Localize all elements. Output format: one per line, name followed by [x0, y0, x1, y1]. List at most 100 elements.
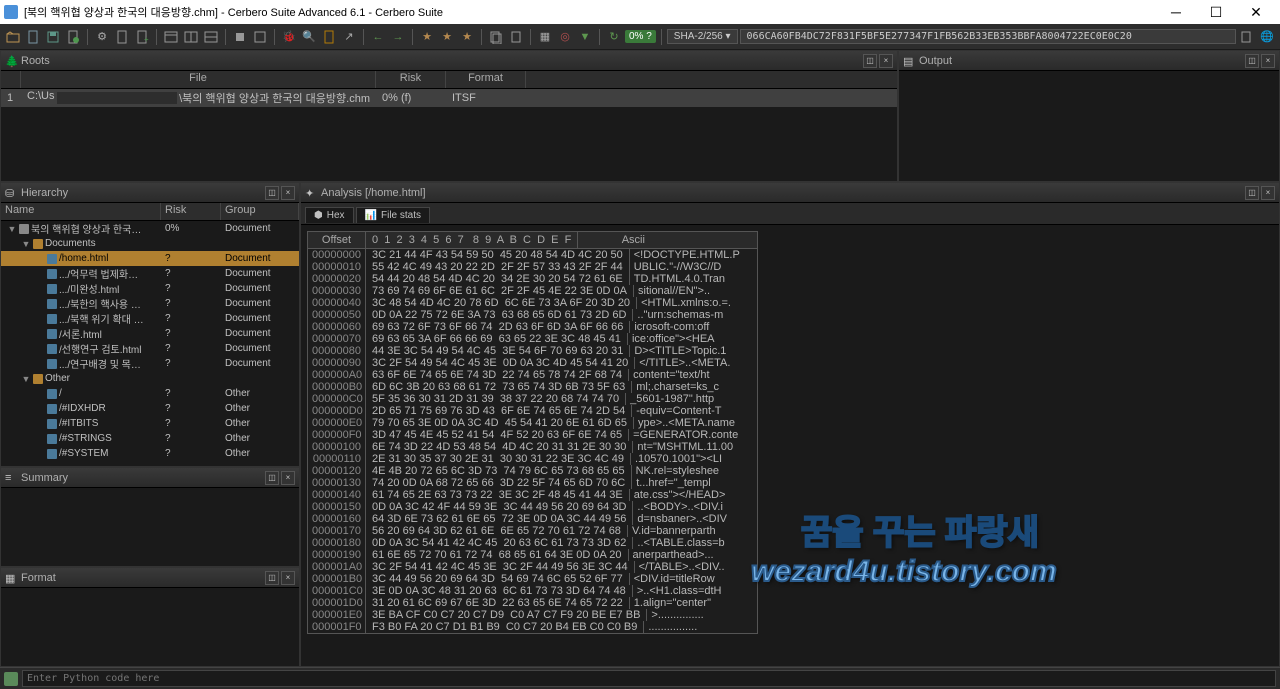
hex-row[interactable]: 000000500D 0A 22 75 72 6E 3A 73 63 68 65… [308, 309, 757, 321]
python-icon[interactable] [4, 672, 18, 686]
hex-row[interactable]: 000001204E 4B 20 72 65 6C 3D 73 74 79 6C… [308, 465, 757, 477]
hex-row[interactable]: 000000E079 70 65 3E 0D 0A 3C 4D 45 54 41… [308, 417, 757, 429]
minimize-button[interactable]: ─ [1156, 0, 1196, 24]
roots-col-risk[interactable]: Risk [376, 71, 446, 88]
hier-col-risk[interactable]: Risk [161, 203, 221, 220]
doc-search-icon[interactable] [320, 28, 338, 46]
play-icon[interactable] [251, 28, 269, 46]
hex-row[interactable]: 000001A03C 2F 54 41 42 4C 45 3E 3C 2F 44… [308, 561, 757, 573]
hierarchy-row[interactable]: /서론.html ? Document [1, 326, 299, 341]
file-icon[interactable] [24, 28, 42, 46]
hierarchy-row[interactable]: ▼ Other [1, 371, 299, 386]
hex-row[interactable]: 0000006069 63 72 6F 73 6F 66 74 2D 63 6F… [308, 321, 757, 333]
hier-col-group[interactable]: Group [221, 203, 299, 220]
roots-col-format[interactable]: Format [446, 71, 526, 88]
doc-plus-icon[interactable]: + [133, 28, 151, 46]
window-icon[interactable] [162, 28, 180, 46]
hex-row[interactable]: 000000403C 48 54 4D 4C 20 78 6D 6C 6E 73… [308, 297, 757, 309]
stop-icon[interactable] [231, 28, 249, 46]
panel-dock-button[interactable]: ◫ [863, 54, 877, 68]
hash-value-field[interactable]: 066CA60FB4DC72F831F5BF5E277347F1FB562B33… [740, 29, 1236, 44]
forward-icon[interactable]: → [389, 28, 407, 46]
hierarchy-row[interactable]: /#SYSTEM ? Other [1, 446, 299, 461]
hex-row[interactable]: 000000B06D 6C 3B 20 63 68 61 72 73 65 74… [308, 381, 757, 393]
panel-close-button[interactable]: × [281, 571, 295, 585]
panel-close-button[interactable]: × [1261, 186, 1275, 200]
hex-row[interactable]: 0000019061 6E 65 72 70 61 72 74 68 65 61… [308, 549, 757, 561]
star2-icon[interactable]: ★ [438, 28, 456, 46]
hex-row[interactable]: 0000014061 74 65 2E 63 73 73 22 3E 3C 2F… [308, 489, 757, 501]
roots-row[interactable]: 1 C:\Us\북의 핵위협 양상과 한국의 대응방향.chm 0% (f) I… [1, 89, 897, 107]
refresh-icon[interactable]: ↻ [605, 28, 623, 46]
window2-icon[interactable] [182, 28, 200, 46]
hash-algo-dropdown[interactable]: SHA-2/256 ▾ [667, 29, 738, 44]
doc-icon[interactable] [113, 28, 131, 46]
panel-close-button[interactable]: × [281, 471, 295, 485]
gear-icon[interactable]: ⚙ [93, 28, 111, 46]
hex-row[interactable]: 000001E03E BA CF C0 C7 20 C7 D9 C0 A7 C7… [308, 609, 757, 621]
open-icon[interactable] [4, 28, 22, 46]
hex-row[interactable]: 000001102E 31 30 35 37 30 2E 31 30 30 31… [308, 453, 757, 465]
risk-badge[interactable]: 0% ? [625, 30, 656, 43]
star-icon[interactable]: ★ [418, 28, 436, 46]
hex-row[interactable]: 000001D031 20 61 6C 69 67 6E 3D 22 63 65… [308, 597, 757, 609]
hierarchy-row[interactable]: /선행연구 검토.html ? Document [1, 341, 299, 356]
hierarchy-row[interactable]: .../북핵 위기 확대 … ? Document [1, 311, 299, 326]
hier-col-name[interactable]: Name [1, 203, 161, 220]
hierarchy-row[interactable]: /home.html ? Document [1, 251, 299, 266]
hierarchy-row[interactable]: .../미완성.html ? Document [1, 281, 299, 296]
paste-icon[interactable] [507, 28, 525, 46]
hex-row[interactable]: 0000003073 69 74 69 6F 6E 61 6C 2F 2F 45… [308, 285, 757, 297]
panel-dock-button[interactable]: ◫ [265, 186, 279, 200]
maximize-button[interactable]: ☐ [1196, 0, 1236, 24]
hex-row[interactable]: 000001C03E 0D 0A 3C 48 31 20 63 6C 61 73… [308, 585, 757, 597]
hierarchy-row[interactable]: .../연구배경 및 목… ? Document [1, 356, 299, 371]
globe-icon[interactable]: 🌐 [1258, 28, 1276, 46]
hex-row[interactable]: 000000003C 21 44 4F 43 54 59 50 45 20 48… [308, 249, 757, 261]
new-icon[interactable] [64, 28, 82, 46]
hex-row[interactable]: 0000008044 3E 3C 54 49 54 4C 45 3E 54 6F… [308, 345, 757, 357]
hex-row[interactable]: 000001B03C 44 49 56 20 69 64 3D 54 69 74… [308, 573, 757, 585]
hierarchy-row[interactable]: / ? Other [1, 386, 299, 401]
hierarchy-row[interactable]: /#IDXHDR ? Other [1, 401, 299, 416]
hex-row[interactable]: 000001F0F3 B0 FA 20 C7 D1 B1 B9 C0 C7 20… [308, 621, 757, 633]
close-button[interactable]: ✕ [1236, 0, 1276, 24]
export-icon[interactable]: ↗ [340, 28, 358, 46]
star3-icon[interactable]: ★ [458, 28, 476, 46]
panel-close-button[interactable]: × [281, 186, 295, 200]
hex-row[interactable]: 0000013074 20 0D 0A 68 72 65 66 3D 22 5F… [308, 477, 757, 489]
bug-icon[interactable]: 🐞 [280, 28, 298, 46]
hex-row[interactable]: 0000002054 44 20 48 54 4D 4C 20 34 2E 30… [308, 273, 757, 285]
hex-row[interactable]: 000000A063 6F 6E 74 65 6E 74 3D 22 74 65… [308, 369, 757, 381]
roots-col-file[interactable]: File [21, 71, 376, 88]
target-icon[interactable]: ◎ [556, 28, 574, 46]
hex-row[interactable]: 000001500D 0A 3C 42 4F 44 59 3E 3C 44 49… [308, 501, 757, 513]
hex-row[interactable]: 0000007069 63 65 3A 6F 66 66 69 63 65 22… [308, 333, 757, 345]
down-icon[interactable]: ▼ [576, 28, 594, 46]
hex-row[interactable]: 000000D02D 65 71 75 69 76 3D 43 6F 6E 74… [308, 405, 757, 417]
panel-close-button[interactable]: × [1261, 54, 1275, 68]
python-input[interactable] [22, 670, 1276, 687]
hex-row[interactable]: 000000903C 2F 54 49 54 4C 45 3E 0D 0A 3C… [308, 357, 757, 369]
hierarchy-row[interactable]: /#STRINGS ? Other [1, 431, 299, 446]
hierarchy-row[interactable]: ▼ Documents [1, 236, 299, 251]
hierarchy-row[interactable]: /#ITBITS ? Other [1, 416, 299, 431]
hex-row[interactable]: 000000F03D 47 45 4E 45 52 41 54 4F 52 20… [308, 429, 757, 441]
panel-dock-button[interactable]: ◫ [1245, 54, 1259, 68]
panel-dock-button[interactable]: ◫ [265, 571, 279, 585]
chip-icon[interactable]: ▦ [536, 28, 554, 46]
panel-dock-button[interactable]: ◫ [265, 471, 279, 485]
panel-close-button[interactable]: × [879, 54, 893, 68]
copy-icon[interactable] [487, 28, 505, 46]
hex-row[interactable]: 000001006E 74 3D 22 4D 53 48 54 4D 4C 20… [308, 441, 757, 453]
tab-file-stats[interactable]: 📊File stats [356, 207, 430, 223]
hex-row[interactable]: 0000001055 42 4C 49 43 20 22 2D 2F 2F 57… [308, 261, 757, 273]
tab-hex[interactable]: ⬢Hex [305, 207, 354, 223]
hex-row[interactable]: 0000016064 3D 6E 73 62 61 6E 65 72 3E 0D… [308, 513, 757, 525]
search-icon[interactable]: 🔍 [300, 28, 318, 46]
back-icon[interactable]: ← [369, 28, 387, 46]
hierarchy-row[interactable]: .../북한의 핵사용 … ? Document [1, 296, 299, 311]
hex-row[interactable]: 000000C05F 35 36 30 31 2D 31 39 38 37 22… [308, 393, 757, 405]
window3-icon[interactable] [202, 28, 220, 46]
panel-dock-button[interactable]: ◫ [1245, 186, 1259, 200]
